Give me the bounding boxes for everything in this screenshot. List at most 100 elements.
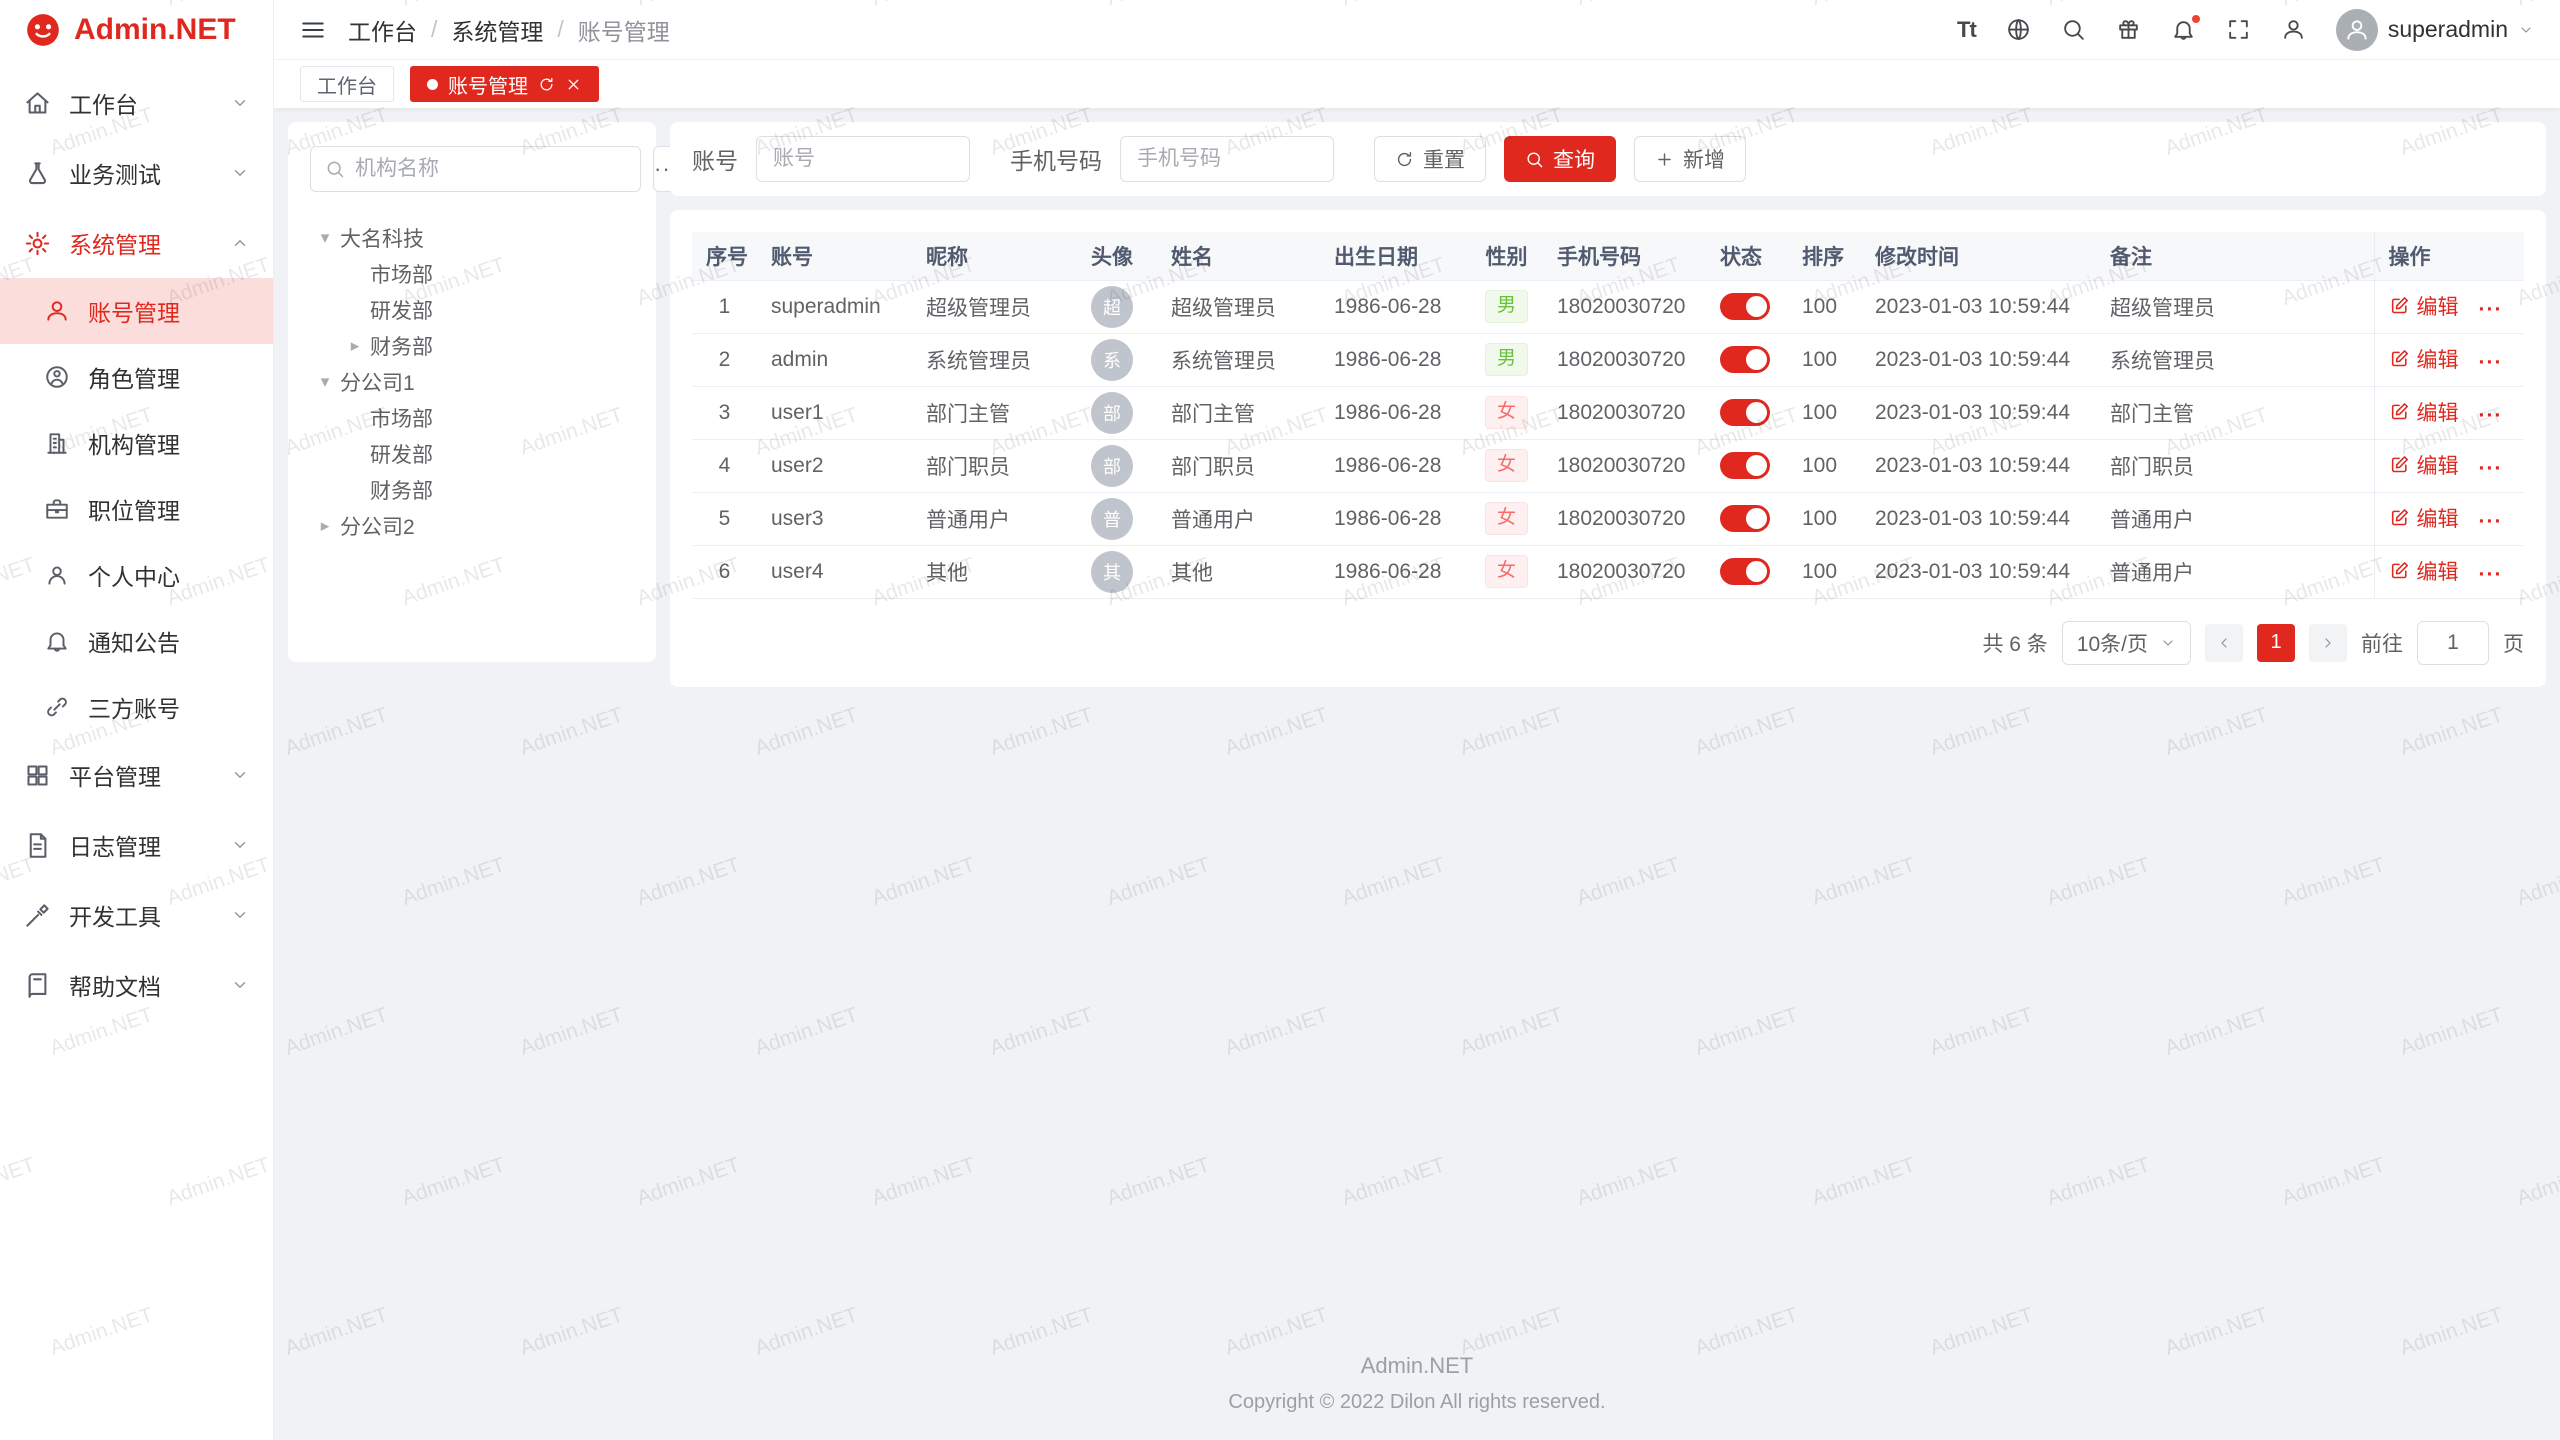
status-toggle[interactable] (1720, 346, 1770, 373)
cell-name: 部门职员 (1157, 439, 1320, 492)
breadcrumb-item[interactable]: 工作台 (348, 13, 417, 47)
tree-node-label: 市场部 (370, 403, 433, 433)
org-search-input[interactable] (355, 157, 626, 181)
tree-node[interactable]: 研发部 (310, 292, 634, 328)
status-toggle[interactable] (1720, 505, 1770, 532)
phone-input[interactable] (1120, 136, 1334, 182)
tab-item-0[interactable]: 工作台 (300, 66, 394, 102)
gift-icon[interactable] (2116, 17, 2141, 42)
tree-node[interactable]: ▾大名科技 (310, 220, 634, 256)
sidebar-subitem-2-2[interactable]: 机构管理 (0, 410, 273, 476)
column-header: 修改时间 (1861, 232, 2096, 280)
status-toggle[interactable] (1720, 293, 1770, 320)
cell-birthday: 1986-06-28 (1320, 280, 1470, 333)
cell-no: 2 (692, 333, 757, 386)
sidebar-item-4[interactable]: 日志管理 (0, 810, 273, 880)
main-scroll: ··· ▾大名科技市场部研发部▸财务部▾分公司1市场部研发部财务部▸分公司2 账… (274, 108, 2560, 1440)
caret-right-icon[interactable]: ▸ (310, 516, 340, 536)
edit-button[interactable]: 编辑 (2389, 556, 2459, 586)
sidebar-item-2[interactable]: 系统管理 (0, 208, 273, 278)
tab-item-1[interactable]: 账号管理 (410, 66, 599, 102)
cell-gender: 女 (1470, 386, 1543, 439)
notification-icon[interactable] (2171, 17, 2196, 42)
tab-close-icon[interactable] (565, 76, 582, 93)
edit-button[interactable]: 编辑 (2389, 344, 2459, 374)
search-icon[interactable] (2061, 17, 2086, 42)
sidebar-subitem-2-4[interactable]: 个人中心 (0, 542, 273, 608)
row-more-button[interactable]: ··· (2479, 351, 2503, 374)
tree-node[interactable]: ▾分公司1 (310, 364, 634, 400)
add-button[interactable]: 新增 (1634, 136, 1746, 182)
caret-right-icon[interactable]: ▸ (340, 336, 370, 356)
sidebar-subitem-2-5[interactable]: 通知公告 (0, 608, 273, 674)
sidebar-item-3[interactable]: 平台管理 (0, 740, 273, 810)
tree-node-label: 财务部 (370, 475, 433, 505)
row-more-button[interactable]: ··· (2479, 298, 2503, 321)
tree-node[interactable]: ▸财务部 (310, 328, 634, 364)
caret-down-icon[interactable]: ▾ (310, 228, 340, 248)
sidebar-item-5[interactable]: 开发工具 (0, 880, 273, 950)
fullscreen-icon[interactable] (2226, 17, 2251, 42)
edit-button[interactable]: 编辑 (2389, 397, 2459, 427)
sidebar-subitem-2-1[interactable]: 角色管理 (0, 344, 273, 410)
link-icon (44, 694, 70, 720)
edit-button[interactable]: 编辑 (2389, 503, 2459, 533)
sidebar-item-0[interactable]: 工作台 (0, 68, 273, 138)
log-icon (24, 832, 51, 859)
status-toggle[interactable] (1720, 399, 1770, 426)
grid-icon (24, 762, 51, 789)
cell-status (1706, 280, 1788, 333)
sidebar-item-1[interactable]: 业务测试 (0, 138, 273, 208)
tab-refresh-icon[interactable] (538, 76, 555, 93)
tree-node[interactable]: 财务部 (310, 472, 634, 508)
status-toggle[interactable] (1720, 558, 1770, 585)
font-size-icon[interactable]: Tt (1957, 17, 1976, 43)
tree-node[interactable]: ▸分公司2 (310, 508, 634, 544)
account-icon[interactable] (2281, 17, 2306, 42)
row-more-button[interactable]: ··· (2479, 404, 2503, 427)
cell-phone: 18020030720 (1543, 333, 1706, 386)
search-glyph-icon (325, 159, 345, 179)
sidebar-subitem-2-3[interactable]: 职位管理 (0, 476, 273, 542)
topbar: 工作台/系统管理/账号管理 Ttsuperadmin (274, 0, 2560, 60)
edit-button[interactable]: 编辑 (2389, 291, 2459, 321)
hamburger-icon[interactable] (300, 17, 326, 43)
breadcrumb-item[interactable]: 系统管理 (451, 13, 543, 47)
reset-button[interactable]: 重置 (1374, 136, 1486, 182)
tree-node[interactable]: 研发部 (310, 436, 634, 472)
sidebar-item-6[interactable]: 帮助文档 (0, 950, 273, 1020)
tree-node[interactable]: 市场部 (310, 400, 634, 436)
user-menu[interactable]: superadmin (2336, 9, 2534, 51)
goto-page-input[interactable] (2417, 621, 2489, 665)
row-avatar: 系 (1091, 339, 1133, 381)
row-more-button[interactable]: ··· (2479, 457, 2503, 480)
column-header: 操作 (2374, 232, 2524, 280)
page-number-button[interactable]: 1 (2257, 624, 2295, 662)
goto-unit-label: 页 (2503, 628, 2524, 658)
account-label: 账号 (692, 142, 738, 176)
status-toggle[interactable] (1720, 452, 1770, 479)
cell-phone: 18020030720 (1543, 386, 1706, 439)
language-icon[interactable] (2006, 17, 2031, 42)
sidebar-subitem-2-6[interactable]: 三方账号 (0, 674, 273, 740)
tree-node-label: 财务部 (370, 331, 433, 361)
edit-button[interactable]: 编辑 (2389, 450, 2459, 480)
cell-ops: 编辑 ··· (2374, 545, 2524, 598)
table-row: 6user4其他其其他1986-06-28女180200307201002023… (692, 545, 2524, 598)
caret-down-icon[interactable]: ▾ (310, 372, 340, 392)
column-header: 账号 (757, 232, 912, 280)
tree-node[interactable]: 市场部 (310, 256, 634, 292)
prev-page-button[interactable] (2205, 624, 2243, 662)
account-input[interactable] (756, 136, 970, 182)
chevron-right-icon (2320, 635, 2336, 651)
cell-ops: 编辑 ··· (2374, 386, 2524, 439)
page-size-select[interactable]: 10条/页 (2062, 621, 2191, 665)
search-button[interactable]: 查询 (1504, 136, 1616, 182)
row-more-button[interactable]: ··· (2479, 563, 2503, 586)
next-page-button[interactable] (2309, 624, 2347, 662)
cell-modified: 2023-01-03 10:59:44 (1861, 386, 2096, 439)
tree-node-label: 研发部 (370, 295, 433, 325)
row-more-button[interactable]: ··· (2479, 510, 2503, 533)
edit-label: 编辑 (2417, 291, 2459, 321)
sidebar-subitem-2-0[interactable]: 账号管理 (0, 278, 273, 344)
